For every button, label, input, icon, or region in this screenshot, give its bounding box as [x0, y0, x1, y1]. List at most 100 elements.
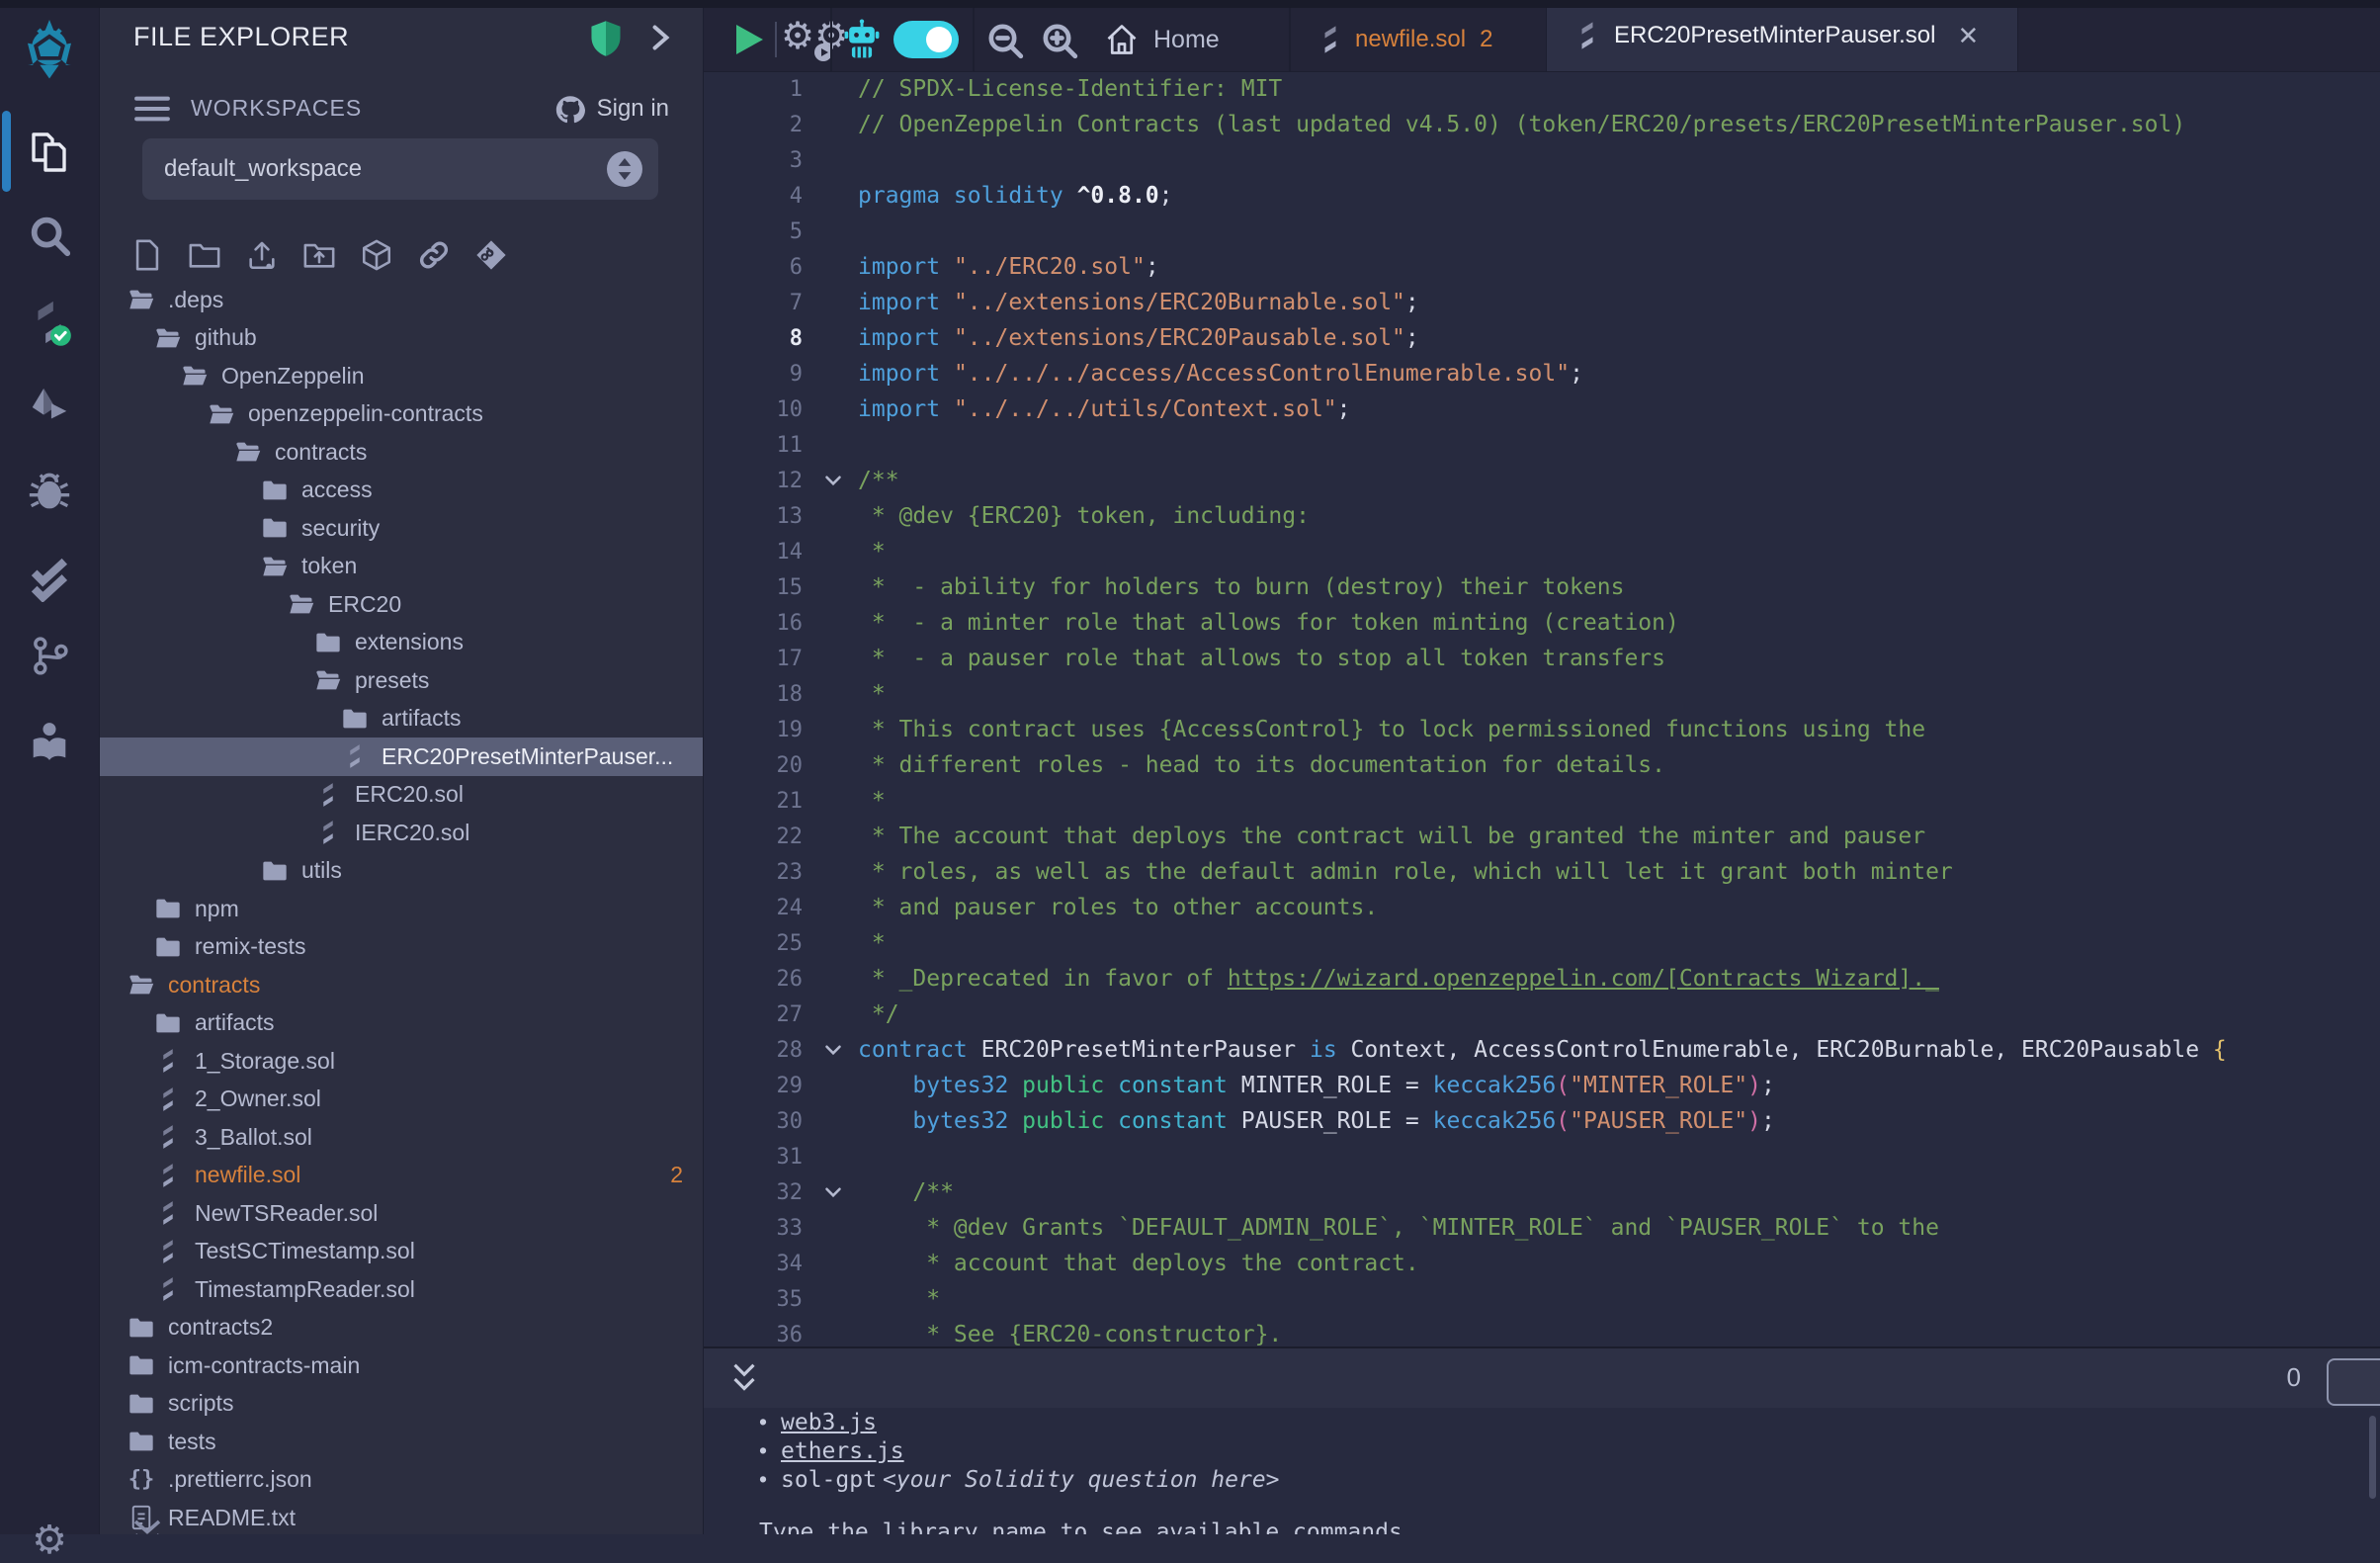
- code-line-9[interactable]: 9import "../../../access/AccessControlEn…: [704, 356, 2380, 391]
- code-line-10[interactable]: 10import "../../../utils/Context.sol";: [704, 391, 2380, 427]
- tree-item-security[interactable]: security: [100, 509, 703, 548]
- code-line-30[interactable]: 30 bytes32 public constant PAUSER_ROLE =…: [704, 1103, 2380, 1139]
- solidity-compiler-icon[interactable]: [27, 298, 72, 347]
- tree-item-openzeppelin-contracts[interactable]: openzeppelin-contracts: [100, 395, 703, 434]
- tree-item-testsctimestamp-sol[interactable]: TestSCTimestamp.sol: [100, 1233, 703, 1271]
- code-line-7[interactable]: 7import "../extensions/ERC20Burnable.sol…: [704, 285, 2380, 320]
- code-line-11[interactable]: 11: [704, 427, 2380, 463]
- tree-item-erc20[interactable]: ERC20: [100, 585, 703, 624]
- tree-item-extensions[interactable]: extensions: [100, 624, 703, 662]
- code-line-33[interactable]: 33 * @dev Grants `DEFAULT_ADMIN_ROLE`, `…: [704, 1210, 2380, 1246]
- fold-chevron-icon[interactable]: [808, 1037, 858, 1063]
- terminal-link[interactable]: web3.js: [781, 1410, 877, 1435]
- code-line-22[interactable]: 22 * The account that deploys the contra…: [704, 819, 2380, 854]
- git-clone-icon[interactable]: [473, 237, 509, 273]
- code-line-2[interactable]: 2// OpenZeppelin Contracts (last updated…: [704, 107, 2380, 142]
- tree-item-contracts2[interactable]: contracts2: [100, 1309, 703, 1347]
- deploy-run-icon[interactable]: [27, 385, 72, 430]
- tree-item-newfile-sol[interactable]: newfile.sol2: [100, 1157, 703, 1195]
- code-editor[interactable]: 1// SPDX-License-Identifier: MIT2// Open…: [704, 71, 2380, 1346]
- link-icon[interactable]: [416, 237, 452, 273]
- terminal-header[interactable]: 0: [704, 1346, 2380, 1410]
- terminal-scrollbar[interactable]: [2369, 1416, 2376, 1499]
- tree-item-tests[interactable]: tests: [100, 1423, 703, 1461]
- new-folder-icon[interactable]: [187, 237, 222, 273]
- tree-item-erc20presetminterpauser-[interactable]: ERC20PresetMinterPauser...: [100, 738, 703, 776]
- code-line-16[interactable]: 16 * - a minter role that allows for tok…: [704, 605, 2380, 641]
- code-line-36[interactable]: 36 * See {ERC20-constructor}.: [704, 1317, 2380, 1346]
- tree-item-npm[interactable]: npm: [100, 890, 703, 928]
- tree-item-github[interactable]: github: [100, 319, 703, 358]
- tree-item-erc20-sol[interactable]: ERC20.sol: [100, 776, 703, 815]
- tree-item--deps[interactable]: .deps: [100, 281, 703, 319]
- code-line-29[interactable]: 29 bytes32 public constant MINTER_ROLE =…: [704, 1068, 2380, 1103]
- code-line-20[interactable]: 20 * different roles - head to its docum…: [704, 747, 2380, 783]
- settings-gear-icon[interactable]: ⚙: [32, 1518, 67, 1563]
- code-line-25[interactable]: 25 *: [704, 925, 2380, 961]
- tree-item-newtsreader-sol[interactable]: NewTSReader.sol: [100, 1194, 703, 1233]
- code-line-12[interactable]: 12/**: [704, 463, 2380, 498]
- code-line-27[interactable]: 27 */: [704, 997, 2380, 1032]
- sign-in-button[interactable]: Sign in: [553, 93, 669, 125]
- remix-logo-icon[interactable]: [17, 19, 82, 84]
- tree-item-3-ballot-sol[interactable]: 3_Ballot.sol: [100, 1118, 703, 1157]
- tree-item-remix-tests[interactable]: remix-tests: [100, 928, 703, 967]
- tab-home[interactable]: Home: [1104, 8, 1220, 71]
- debugger-icon[interactable]: [28, 470, 71, 513]
- tree-item-contracts[interactable]: contracts: [100, 433, 703, 472]
- code-line-19[interactable]: 19 * This contract uses {AccessControl} …: [704, 712, 2380, 747]
- upload-file-icon[interactable]: [244, 237, 280, 273]
- code-line-32[interactable]: 32 /**: [704, 1174, 2380, 1210]
- code-line-31[interactable]: 31: [704, 1139, 2380, 1174]
- tree-item-readme-txt[interactable]: README.txt: [100, 1499, 703, 1534]
- git-branch-icon[interactable]: [28, 634, 71, 677]
- run-script-button[interactable]: [736, 25, 763, 54]
- code-line-23[interactable]: 23 * roles, as well as the default admin…: [704, 854, 2380, 890]
- ai-toggle[interactable]: [893, 21, 959, 58]
- tree-item-utils[interactable]: utils: [100, 852, 703, 891]
- terminal-search-box[interactable]: [2327, 1358, 2380, 1406]
- code-line-15[interactable]: 15 * - ability for holders to burn (dest…: [704, 569, 2380, 605]
- tree-item-1-storage-sol[interactable]: 1_Storage.sol: [100, 1042, 703, 1081]
- code-line-34[interactable]: 34 * account that deploys the contract.: [704, 1246, 2380, 1281]
- upload-folder-icon[interactable]: [301, 237, 337, 273]
- code-line-3[interactable]: 3: [704, 142, 2380, 178]
- file-explorer-icon[interactable]: [26, 127, 73, 174]
- code-line-4[interactable]: 4pragma solidity ^0.8.0;: [704, 178, 2380, 214]
- workspace-select[interactable]: default_workspace: [142, 138, 658, 200]
- terminal-link[interactable]: ethers.js: [781, 1438, 904, 1464]
- tab-close-icon[interactable]: ✕: [1957, 21, 1979, 51]
- chevron-right-icon[interactable]: [641, 20, 677, 55]
- tree-item-presets[interactable]: presets: [100, 661, 703, 700]
- tree-item-scripts[interactable]: scripts: [100, 1385, 703, 1424]
- code-line-13[interactable]: 13 * @dev {ERC20} token, including:: [704, 498, 2380, 534]
- code-line-26[interactable]: 26 * _Deprecated in favor of https://wiz…: [704, 961, 2380, 997]
- tree-item-artifacts[interactable]: artifacts: [100, 1004, 703, 1043]
- code-line-14[interactable]: 14 *: [704, 534, 2380, 569]
- code-line-8[interactable]: 8import "../extensions/ERC20Pausable.sol…: [704, 320, 2380, 356]
- code-line-17[interactable]: 17 * - a pauser role that allows to stop…: [704, 641, 2380, 676]
- tree-item--prettierrc-json[interactable]: {}.prettierrc.json: [100, 1461, 703, 1500]
- shield-icon[interactable]: [586, 18, 626, 59]
- code-line-24[interactable]: 24 * and pauser roles to other accounts.: [704, 890, 2380, 925]
- tree-item-token[interactable]: token: [100, 548, 703, 586]
- code-line-18[interactable]: 18 *: [704, 676, 2380, 712]
- tab-newfile-sol[interactable]: newfile.sol 2: [1292, 8, 1570, 71]
- tree-item-access[interactable]: access: [100, 472, 703, 510]
- terminal-body[interactable]: •web3.js•ethers.js•sol-gpt <your Solidit…: [704, 1408, 2380, 1534]
- terminal-collapse-icon[interactable]: [727, 1360, 761, 1398]
- tree-item-contracts[interactable]: contracts: [100, 966, 703, 1004]
- tree-item-artifacts[interactable]: artifacts: [100, 700, 703, 738]
- fold-chevron-icon[interactable]: [808, 1179, 858, 1205]
- tree-item-2-owner-sol[interactable]: 2_Owner.sol: [100, 1081, 703, 1119]
- code-line-35[interactable]: 35 *: [704, 1281, 2380, 1317]
- code-line-1[interactable]: 1// SPDX-License-Identifier: MIT: [704, 71, 2380, 107]
- code-line-28[interactable]: 28contract ERC20PresetMinterPauser is Co…: [704, 1032, 2380, 1068]
- tab-erc20presetminterpauser-sol[interactable]: ERC20PresetMinterPauser.sol ✕: [1546, 0, 2018, 71]
- code-line-21[interactable]: 21 *: [704, 783, 2380, 819]
- learneth-icon[interactable]: [27, 720, 72, 765]
- workspaces-menu-icon[interactable]: [133, 93, 171, 125]
- code-line-6[interactable]: 6import "../ERC20.sol";: [704, 249, 2380, 285]
- tree-item-ierc20-sol[interactable]: IERC20.sol: [100, 814, 703, 852]
- tree-item-icm-contracts-main[interactable]: icm-contracts-main: [100, 1346, 703, 1385]
